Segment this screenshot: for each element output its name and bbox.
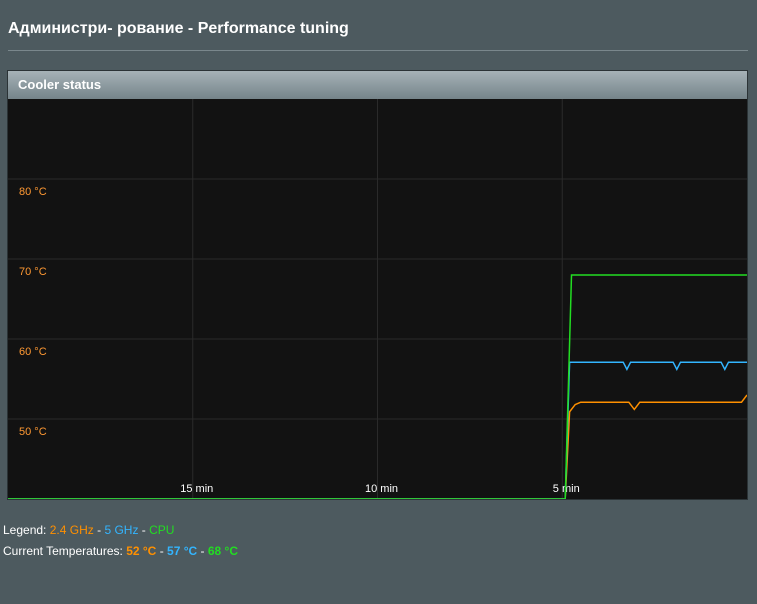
current-temperatures-prefix: Current Temperatures: xyxy=(3,544,123,558)
legend-prefix: Legend: xyxy=(3,523,47,537)
legend-item-cpu: CPU xyxy=(149,523,175,537)
temperature-chart: 50 °C 60 °C 70 °C 80 °C 15 min 10 min 5 min xyxy=(8,99,747,499)
temperature-chart-svg: 50 °C60 °C70 °C80 °C15 min 10 min 5 min xyxy=(8,99,747,499)
legend-item-5-ghz: 5 GHz xyxy=(104,523,139,537)
x-tick-label: 15 min xyxy=(180,483,213,495)
current-temp-5-ghz: 57 °C xyxy=(167,544,198,558)
temp-separator: - xyxy=(159,544,164,558)
y-tick-label: 50 °C xyxy=(19,426,47,438)
legend-separator: - xyxy=(141,523,146,537)
legend: Legend: 2.4 GHz - 5 GHz - CPU xyxy=(3,523,174,537)
legend-item-2-4-ghz: 2.4 GHz xyxy=(49,523,94,537)
title-divider xyxy=(8,50,748,51)
current-temperatures: Current Temperatures: 52 °C - 57 °C - 68… xyxy=(3,544,238,558)
cooler-status-panel: Cooler status 50 °C 60 °C 70 °C 80 °C 15 min… xyxy=(7,70,748,500)
temp-separator: - xyxy=(200,544,205,558)
page-title: Администри- рование - Performance tuning xyxy=(8,20,349,37)
y-tick-label: 80 °C xyxy=(19,186,47,198)
current-temp-2-4-ghz: 52 °C xyxy=(126,544,157,558)
x-tick-label: 10 min xyxy=(365,483,398,495)
y-tick-label: 60 °C xyxy=(19,346,47,358)
current-temp-cpu: 68 °C xyxy=(207,544,239,558)
legend-separator: - xyxy=(97,523,102,537)
panel-header: Cooler status xyxy=(8,71,747,100)
y-tick-label: 70 °C xyxy=(19,266,47,278)
